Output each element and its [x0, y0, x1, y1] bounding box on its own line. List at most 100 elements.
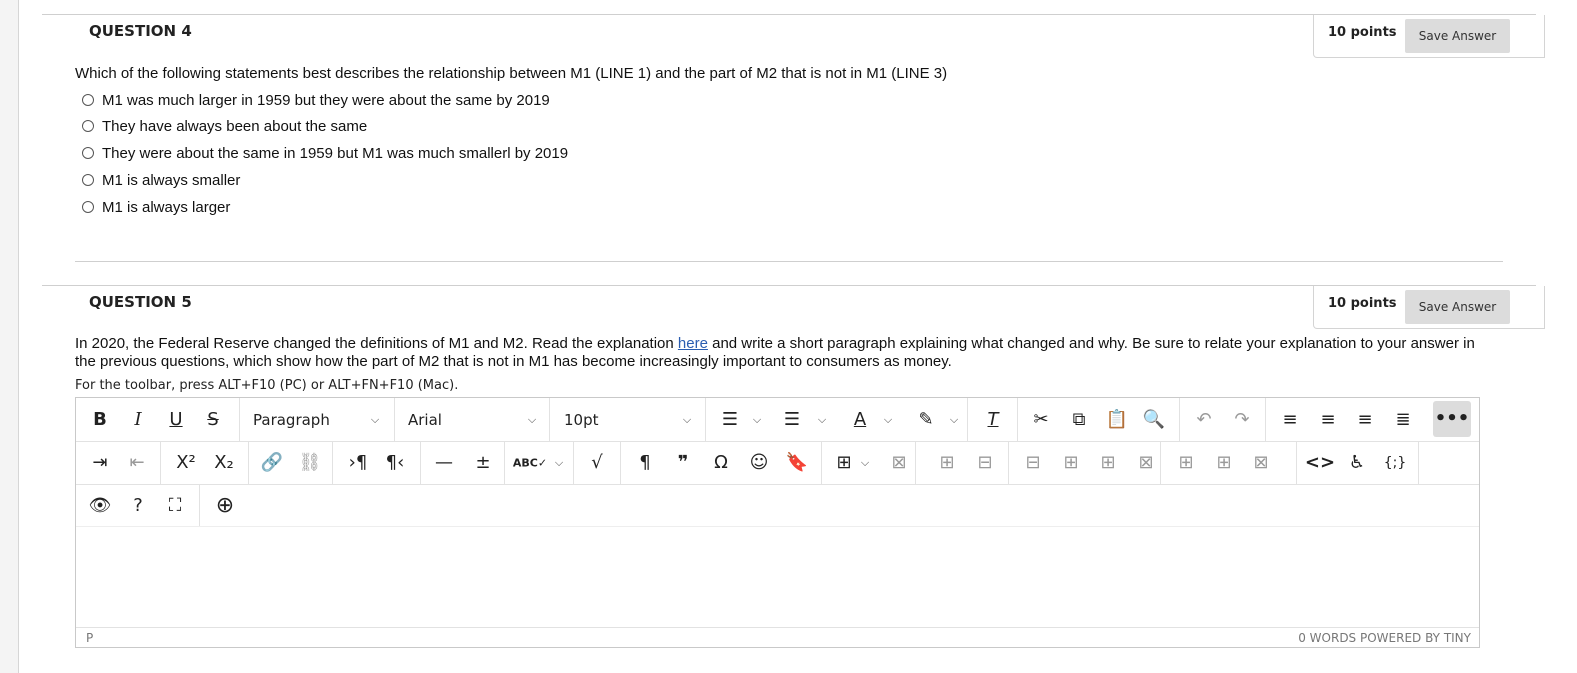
link-icon[interactable]: 🔗 [261, 454, 283, 472]
radio-button[interactable] [82, 174, 94, 186]
underline-icon[interactable]: U [169, 410, 182, 429]
bookmark-icon[interactable]: 🔖 [786, 454, 808, 472]
insert-row-after-icon[interactable]: ⊞ [1100, 454, 1115, 472]
chevron-down-icon[interactable]: ⌵ [884, 413, 892, 427]
q5-points-box: 10 points Save Answer [1313, 286, 1545, 329]
text-color-icon[interactable]: A [854, 410, 866, 429]
accessibility-icon[interactable]: ♿ [1349, 454, 1365, 472]
editor-content-area[interactable] [76, 527, 1479, 628]
paste-icon[interactable]: 📋 [1106, 410, 1128, 429]
add-group: ⊕ [200, 485, 250, 526]
unlink-icon[interactable]: ⛓ [299, 454, 322, 472]
subscript-icon[interactable]: X₂ [214, 454, 234, 472]
q5-points: 10 points [1328, 296, 1397, 311]
table-cell-icon[interactable]: ⊟ [977, 454, 992, 472]
blockquote-icon[interactable]: ❞ [678, 454, 689, 472]
rtl-icon[interactable]: ¶‹ [386, 454, 405, 472]
insert-col-after-icon[interactable]: ⊞ [1216, 454, 1231, 472]
spellcheck-icon[interactable]: ABC✓ [513, 458, 547, 469]
q4-prompt: Which of the following statements best d… [75, 65, 948, 82]
toolbar-row-3: 👁 ? ⛶ ⊕ [76, 485, 1479, 527]
code-sample-icon[interactable]: {;} [1384, 456, 1407, 470]
math-icon[interactable]: √ [591, 454, 602, 472]
table-cols-group: ⊞ ⊞ ⊠ [1161, 442, 1297, 484]
table-properties-icon[interactable]: ⊞ [939, 454, 954, 472]
more-button[interactable]: ••• [1433, 401, 1471, 437]
undo-icon[interactable]: ↶ [1196, 410, 1211, 429]
align-right-icon[interactable]: ≡ [1357, 410, 1372, 429]
horizontal-rule-icon[interactable]: — [435, 454, 453, 472]
chevron-down-icon[interactable]: ⌵ [555, 456, 563, 470]
table-props-group: ⊞ ⊟ [916, 442, 1009, 484]
font-size-select[interactable]: 10pt ⌵ [550, 398, 706, 441]
radio-button[interactable] [82, 147, 94, 159]
block-format-select[interactable]: Paragraph ⌵ [240, 398, 395, 441]
add-content-icon[interactable]: ⊕ [216, 494, 234, 517]
q4-choice-5[interactable]: M1 is always larger [82, 197, 230, 217]
insert-col-before-icon[interactable]: ⊞ [1178, 454, 1193, 472]
table-rows-group: ⊟ ⊞ ⊞ ⊠ [1009, 442, 1161, 484]
highlight-icon[interactable]: ✎ [918, 410, 933, 429]
clear-format-group: T [968, 398, 1018, 441]
indent-icon[interactable]: ⇥ [92, 454, 107, 472]
format-group: B I U S [76, 398, 240, 441]
q4-bottom-divider [75, 261, 1503, 262]
chevron-down-icon[interactable]: ⌵ [950, 413, 958, 427]
chevron-down-icon[interactable]: ⌵ [861, 456, 869, 470]
q4-choice-4[interactable]: M1 is always smaller [82, 170, 240, 190]
insert-anchor-icon[interactable]: ± [475, 454, 490, 472]
superscript-icon[interactable]: X² [176, 454, 196, 472]
redo-icon[interactable]: ↷ [1234, 410, 1249, 429]
row-properties-icon[interactable]: ⊟ [1025, 454, 1040, 472]
bullet-list-icon[interactable]: ☰ [722, 410, 738, 429]
font-family-select[interactable]: Arial ⌵ [395, 398, 550, 441]
q4-save-answer-button[interactable]: Save Answer [1405, 19, 1510, 53]
q5-save-answer-button[interactable]: Save Answer [1405, 290, 1510, 324]
radio-button[interactable] [82, 120, 94, 132]
cut-icon[interactable]: ✂ [1033, 410, 1048, 429]
q4-choice-2[interactable]: They have always been about the same [82, 116, 367, 136]
chevron-down-icon[interactable]: ⌵ [818, 413, 826, 427]
justify-icon[interactable]: ≣ [1395, 410, 1410, 429]
copy-icon[interactable]: ⧉ [1073, 410, 1086, 429]
block-format-value: Paragraph [253, 410, 330, 429]
ltr-icon[interactable]: ›¶ [349, 454, 368, 472]
special-char-icon[interactable]: Ω [714, 454, 728, 472]
numbered-list-icon[interactable]: ☰ [784, 410, 800, 429]
align-group: ≡ ≡ ≡ ≣ [1266, 398, 1432, 441]
delete-table-icon[interactable]: ⊠ [891, 454, 906, 472]
element-path[interactable]: P [86, 631, 93, 645]
delete-col-icon[interactable]: ⊠ [1253, 454, 1268, 472]
preview-icon[interactable]: 👁 [89, 496, 112, 515]
chevron-down-icon[interactable]: ⌵ [753, 413, 761, 427]
delete-row-icon[interactable]: ⊠ [1138, 454, 1153, 472]
direction-group: ›¶ ¶‹ [333, 442, 421, 484]
strikethrough-icon[interactable]: S [207, 410, 218, 429]
italic-icon[interactable]: I [134, 410, 141, 429]
clipboard-group: ✂ ⧉ 📋 🔍 [1018, 398, 1180, 441]
chevron-down-icon: ⌵ [370, 412, 380, 426]
explanation-link[interactable]: here [678, 335, 708, 352]
radio-button[interactable] [82, 94, 94, 106]
q4-choice-3[interactable]: They were about the same in 1959 but M1 … [82, 143, 568, 163]
toolbar-hint: For the toolbar, press ALT+F10 (PC) or A… [75, 378, 459, 393]
help-icon[interactable]: ? [133, 496, 143, 515]
bold-icon[interactable]: B [93, 410, 107, 429]
radio-button[interactable] [82, 201, 94, 213]
emoji-icon[interactable]: ☺ [750, 454, 769, 472]
chevron-down-icon: ⌵ [682, 412, 692, 426]
left-gutter [0, 0, 19, 673]
link-group: 🔗 ⛓ [249, 442, 333, 484]
source-code-icon[interactable]: <> [1305, 454, 1335, 472]
q4-choice-1[interactable]: M1 was much larger in 1959 but they were… [82, 90, 550, 110]
outdent-icon[interactable]: ⇤ [129, 454, 144, 472]
paragraph-mark-icon[interactable]: ¶ [639, 454, 650, 472]
align-center-icon[interactable]: ≡ [1320, 410, 1335, 429]
find-icon[interactable]: 🔍 [1143, 410, 1165, 429]
table-icon[interactable]: ⊞ [836, 454, 851, 472]
clear-formatting-icon[interactable]: T [988, 410, 999, 429]
q4-points: 10 points [1328, 25, 1397, 40]
align-left-icon[interactable]: ≡ [1282, 410, 1297, 429]
insert-row-before-icon[interactable]: ⊞ [1063, 454, 1078, 472]
fullscreen-icon[interactable]: ⛶ [169, 496, 182, 515]
